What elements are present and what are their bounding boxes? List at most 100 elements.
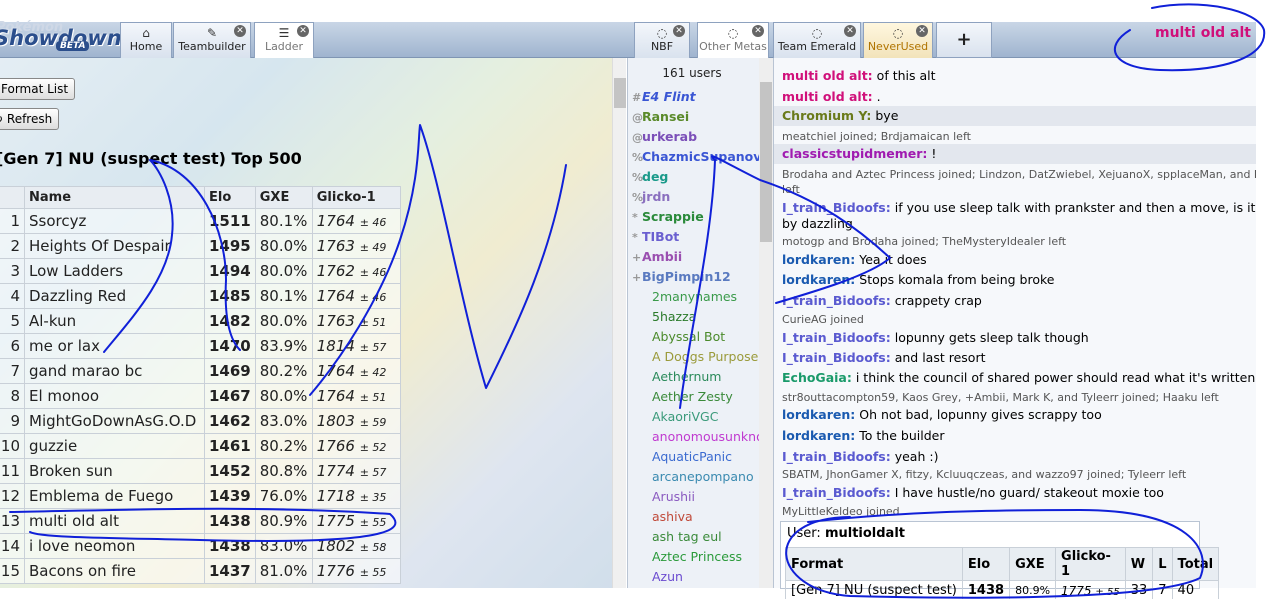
chat-username[interactable]: lordkaren: bbox=[782, 252, 855, 267]
user-name[interactable]: multioldalt bbox=[825, 526, 905, 541]
elo-cell: 1469 bbox=[204, 358, 256, 384]
chat-text: if you use sleep talk with prankster and… bbox=[894, 200, 1256, 215]
tab-ladder[interactable]: ☰ Ladder ✕ bbox=[254, 22, 314, 58]
userlist-item[interactable]: Aether Zesty bbox=[632, 387, 733, 407]
column-header: GXE bbox=[1009, 547, 1057, 581]
userlist-item[interactable]: +Ambii bbox=[632, 247, 682, 267]
userlist-scrollbar[interactable] bbox=[759, 58, 773, 588]
userlist-item[interactable]: 5hazza bbox=[632, 307, 696, 327]
player-name[interactable]: Al-kun bbox=[24, 308, 205, 334]
user-name: arcanepompano bbox=[652, 469, 754, 484]
userlist-item[interactable]: %ChazmicSupanova bbox=[632, 147, 770, 167]
userlist-item[interactable]: * TIBot bbox=[632, 227, 679, 247]
userlist-item[interactable]: Abyssal Bot bbox=[632, 327, 725, 347]
player-name[interactable]: Dazzling Red bbox=[24, 283, 205, 309]
tab-neverused[interactable]: ◌ NeverUsed ✕ bbox=[863, 22, 933, 58]
chat-username[interactable]: I_train_Bidoofs: bbox=[782, 293, 891, 308]
userlist-item[interactable]: # E4 Flint bbox=[632, 87, 696, 107]
userlist-item[interactable]: +BigPimpin12 bbox=[632, 267, 731, 287]
logo[interactable]: Pokémon Showdown! BETA bbox=[0, 20, 131, 56]
column-header[interactable] bbox=[0, 186, 25, 209]
userlist-item[interactable]: AkaoriVGC bbox=[632, 407, 718, 427]
player-name[interactable]: Bacons on fire bbox=[24, 558, 205, 584]
userlist-item[interactable]: * Scrappie bbox=[632, 207, 704, 227]
user-label: User: bbox=[787, 526, 821, 541]
player-name[interactable]: multi old alt bbox=[24, 508, 205, 534]
gxe-cell: 80.0% bbox=[254, 233, 313, 259]
userlist-item[interactable]: anonomousunknown bbox=[632, 427, 773, 447]
userlist-item[interactable]: ash tag eul bbox=[632, 527, 722, 547]
close-icon[interactable]: ✕ bbox=[673, 25, 685, 37]
tab-nbf[interactable]: ◌ NBF ✕ bbox=[634, 22, 690, 58]
username-link[interactable]: multi old alt bbox=[1155, 25, 1251, 41]
player-name[interactable]: gand marao bc bbox=[24, 358, 205, 384]
player-name[interactable]: Broken sun bbox=[24, 458, 205, 484]
player-name[interactable]: Emblema de Fuego bbox=[24, 483, 205, 509]
chat-message: lordkaren: Yea it does bbox=[782, 252, 927, 267]
chat-username[interactable]: Chromium Y: bbox=[782, 108, 871, 123]
chat-username[interactable]: I_train_Bidoofs: bbox=[782, 330, 891, 345]
user-name: ash tag eul bbox=[652, 529, 722, 544]
player-name[interactable]: Low Ladders bbox=[24, 258, 205, 284]
column-header[interactable]: GXE bbox=[254, 186, 313, 209]
player-name[interactable]: El monoo bbox=[24, 383, 205, 409]
column-header[interactable]: Glicko-1 bbox=[311, 186, 401, 209]
column-header[interactable]: Elo bbox=[204, 186, 256, 209]
chat-username[interactable]: lordkaren: bbox=[782, 428, 855, 443]
scroll-thumb[interactable] bbox=[614, 78, 626, 108]
close-icon[interactable]: ✕ bbox=[844, 25, 856, 37]
chat-username[interactable]: I_train_Bidoofs: bbox=[782, 350, 891, 365]
chat-text: Stops komala from being broke bbox=[859, 272, 1055, 287]
userlist-item[interactable]: @Ransei bbox=[632, 107, 689, 127]
userlist-item[interactable]: %jrdn bbox=[632, 187, 670, 207]
userlist-item[interactable]: ashiva bbox=[632, 507, 693, 527]
userlist-item[interactable]: Aethernum bbox=[632, 367, 721, 387]
column-header[interactable]: Name bbox=[24, 186, 205, 209]
chat-username[interactable]: multi old alt: bbox=[782, 89, 873, 104]
userlist-item[interactable]: Aztec Princess bbox=[632, 547, 742, 567]
close-icon[interactable]: ✕ bbox=[234, 25, 246, 37]
table-row: 1 Ssorcyz 1511 80.1% 1764 ± 46 bbox=[0, 208, 401, 234]
close-icon[interactable]: ✕ bbox=[916, 25, 928, 37]
userlist-item[interactable]: %deg bbox=[632, 167, 668, 187]
close-icon[interactable]: ✕ bbox=[752, 25, 764, 37]
chat-username[interactable]: I_train_Bidoofs: bbox=[782, 449, 891, 464]
tab-teambuilder[interactable]: ✎ Teambuilder ✕ bbox=[173, 22, 251, 58]
chat-username[interactable]: lordkaren: bbox=[782, 407, 855, 422]
close-icon[interactable]: ✕ bbox=[297, 25, 309, 37]
player-name[interactable]: MightGoDownAsG.O.D bbox=[24, 408, 205, 434]
userlist-item[interactable]: 2manynames bbox=[632, 287, 737, 307]
chat-username[interactable]: I_train_Bidoofs: bbox=[782, 200, 891, 215]
chat-username[interactable]: classicstupidmemer: bbox=[782, 146, 927, 161]
userlist-item[interactable]: Azun bbox=[632, 567, 683, 587]
scroll-thumb[interactable] bbox=[760, 82, 772, 242]
chat-username[interactable]: lordkaren: bbox=[782, 272, 855, 287]
chat-username[interactable]: EchoGaia: bbox=[782, 370, 852, 385]
userlist-item[interactable]: AquaticPanic bbox=[632, 447, 732, 467]
format-list-button[interactable]: Format List bbox=[0, 78, 76, 100]
player-name[interactable]: guzzie bbox=[24, 433, 205, 459]
tab-home[interactable]: ⌂ Home bbox=[120, 22, 172, 58]
userlist-item[interactable]: @urkerab bbox=[632, 127, 697, 147]
userlist-item[interactable]: arcanepompano bbox=[632, 467, 754, 487]
tab-team-emerald[interactable]: ◌ Team Emerald ✕ bbox=[773, 22, 861, 58]
chat-message: lordkaren: Oh not bad, lopunny gives scr… bbox=[782, 407, 1102, 422]
ladder-scrollbar[interactable] bbox=[612, 58, 626, 588]
user-group: * bbox=[632, 211, 638, 224]
new-tab-button[interactable]: + bbox=[936, 22, 992, 58]
chat-username[interactable]: I_train_Bidoofs: bbox=[782, 485, 891, 500]
player-name[interactable]: Ssorcyz bbox=[24, 208, 205, 234]
player-name[interactable]: me or lax bbox=[24, 333, 205, 359]
user-group: * bbox=[632, 231, 638, 244]
chat-text: Yea it does bbox=[859, 252, 927, 267]
player-name[interactable]: Heights Of Despair bbox=[24, 233, 205, 259]
userlist-item[interactable]: A Doggs Purpose bbox=[632, 347, 758, 367]
userlist-item[interactable]: Arushii bbox=[632, 487, 695, 507]
player-name[interactable]: i love neomon bbox=[24, 533, 205, 559]
refresh-button[interactable]: ↻ Refresh bbox=[0, 108, 60, 130]
rank-cell: 3 bbox=[0, 258, 25, 284]
table-row: 15 Bacons on fire 1437 81.0% 1776 ± 55 bbox=[0, 558, 401, 584]
chat-username[interactable]: multi old alt: bbox=[782, 68, 873, 83]
chat-message: multi old alt: of this alt bbox=[782, 68, 936, 83]
tab-other-metas[interactable]: ◌ Other Metas ✕ bbox=[697, 22, 769, 58]
